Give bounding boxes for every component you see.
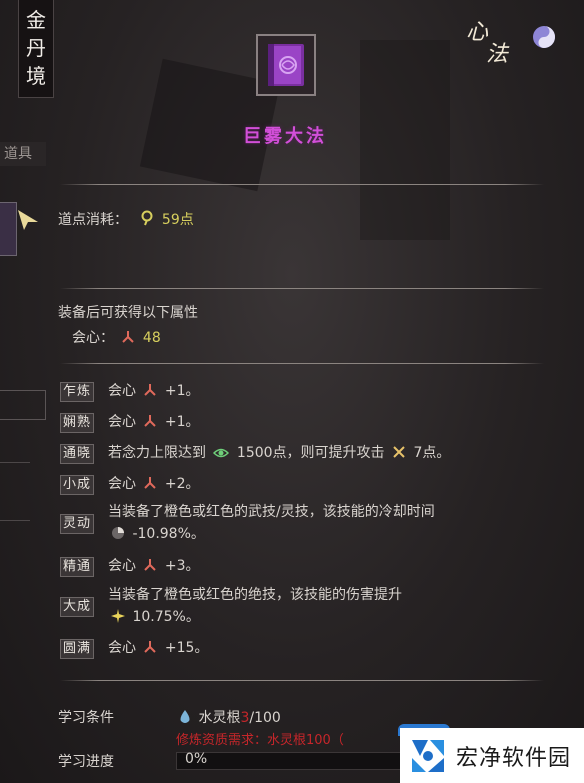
skill-detail-panel: 道点消耗： 59点 装备后可获得以下属性 会心： 48 乍炼 会心 +1。 娴熟… xyxy=(52,170,548,783)
stage-effect: 若念力上限达到 1500点，则可提升攻击 7点。 xyxy=(108,442,450,464)
stage-tag: 娴熟 xyxy=(60,413,94,433)
stage-tag: 灵动 xyxy=(60,514,94,534)
cost-label: 道点消耗： xyxy=(58,212,128,228)
stage-tag: 精通 xyxy=(60,557,94,577)
realm-char: 丹 xyxy=(26,36,46,60)
crossed-swords-icon xyxy=(393,446,405,458)
side-divider xyxy=(0,462,30,463)
xinfa-label: 心 法 xyxy=(464,14,512,67)
stage-tag: 乍炼 xyxy=(60,382,94,402)
yin-yang-icon[interactable] xyxy=(532,25,556,49)
stage-tag: 通晓 xyxy=(60,444,94,464)
stage-effect: 当装备了橙色或红色的武技/灵技，该技能的冷却时间 -10.98%。 xyxy=(108,501,435,545)
attribute-value: 48 xyxy=(142,330,161,346)
stage-effect-text: 当装备了橙色或红色的武技/灵技，该技能的冷却时间 xyxy=(108,504,435,520)
divider xyxy=(60,288,544,289)
stage-effect-value: -10.98%。 xyxy=(132,526,205,542)
stage-tag: 小成 xyxy=(60,475,94,495)
skill-book-icon xyxy=(256,34,316,96)
attribute-label: 会心： xyxy=(72,330,114,346)
stage-effect-text: 若念力上限达到 xyxy=(108,445,206,461)
learn-progress-text: 0% xyxy=(185,751,208,767)
crit-icon xyxy=(144,477,157,489)
cooldown-icon xyxy=(112,527,124,539)
side-tab-items[interactable]: 道具 xyxy=(0,142,46,166)
stage-effect-value: 10.75%。 xyxy=(132,609,200,625)
watermark: 宏净软件园 xyxy=(400,728,584,783)
stage-effect-value: 7点。 xyxy=(413,445,451,461)
crit-icon xyxy=(144,559,157,571)
stage-effect-text: 会心 xyxy=(108,558,136,574)
xinfa-char: 法 xyxy=(486,42,509,67)
stage-effect: 会心 +2。 xyxy=(108,473,200,495)
divider xyxy=(60,680,544,681)
watermark-logo-icon xyxy=(412,739,444,772)
stage-effect-text: 会心 xyxy=(108,383,136,399)
crit-icon xyxy=(144,641,157,653)
cost-row: 道点消耗： 59点 xyxy=(58,209,194,229)
stage-effect: 当装备了橙色或红色的绝技，该技能的伤害提升 10.75%。 xyxy=(108,584,402,628)
side-box[interactable] xyxy=(0,390,46,420)
learn-condition-label: 学习条件 xyxy=(58,710,114,726)
requirement-total: /100 xyxy=(249,710,281,726)
stage-effect-line2: 10.75%。 xyxy=(108,606,402,628)
learn-requirement: 水灵根3/100 xyxy=(176,707,281,727)
requirement-name: 水灵根 xyxy=(198,710,241,726)
stage-tag: 圆满 xyxy=(60,639,94,659)
stage-effect-line2: -10.98%。 xyxy=(108,523,435,545)
divider xyxy=(60,184,544,185)
stage-tag: 大成 xyxy=(60,597,94,617)
stage-effect-text: 当装备了橙色或红色的绝技，该技能的伤害提升 xyxy=(108,587,402,603)
attributes-header: 装备后可获得以下属性 xyxy=(58,305,198,321)
stage-effect-value: +3。 xyxy=(164,558,200,574)
xinfa-char: 心 xyxy=(466,20,489,45)
watermark-text: 宏净软件园 xyxy=(456,745,572,771)
stage-effect-value: +1。 xyxy=(164,414,200,430)
learn-warning: 修炼资质需求：水灵根100（ xyxy=(176,733,344,748)
realm-label: 金 丹 境 xyxy=(18,0,54,98)
stage-effect-text: 1500点，则可提升攻击 xyxy=(236,445,385,461)
crit-icon xyxy=(144,384,157,396)
eye-icon xyxy=(213,448,230,458)
stage-effect-value: +15。 xyxy=(164,640,209,656)
crit-icon xyxy=(144,415,157,427)
realm-char: 境 xyxy=(26,64,46,88)
stage-effect: 会心 +3。 xyxy=(108,555,200,577)
cost-value: 59点 xyxy=(161,212,194,228)
stage-effect: 会心 +1。 xyxy=(108,380,200,402)
stage-effect-text: 会心 xyxy=(108,640,136,656)
learn-progress-label: 学习进度 xyxy=(58,754,114,770)
pointer-icon xyxy=(18,210,38,230)
stage-effect-value: +2。 xyxy=(164,476,200,492)
water-drop-icon xyxy=(180,710,190,723)
side-divider xyxy=(0,520,30,521)
purple-book-icon xyxy=(268,44,304,86)
side-item-thumbnail[interactable] xyxy=(0,202,17,256)
attribute-row: 会心： 48 xyxy=(72,327,161,347)
stage-effect-value: +1。 xyxy=(164,383,200,399)
stage-effect-text: 会心 xyxy=(108,414,136,430)
burst-icon xyxy=(111,609,125,623)
stage-effect-text: 会心 xyxy=(108,476,136,492)
skill-name: 巨雾大法 xyxy=(243,126,327,147)
learn-progress-bar: 0% xyxy=(176,751,410,770)
realm-char: 金 xyxy=(26,8,46,32)
crit-icon xyxy=(122,331,135,343)
stage-effect: 会心 +1。 xyxy=(108,411,200,433)
stage-effect: 会心 +15。 xyxy=(108,637,208,659)
dao-point-icon xyxy=(141,210,153,226)
divider xyxy=(60,363,544,364)
